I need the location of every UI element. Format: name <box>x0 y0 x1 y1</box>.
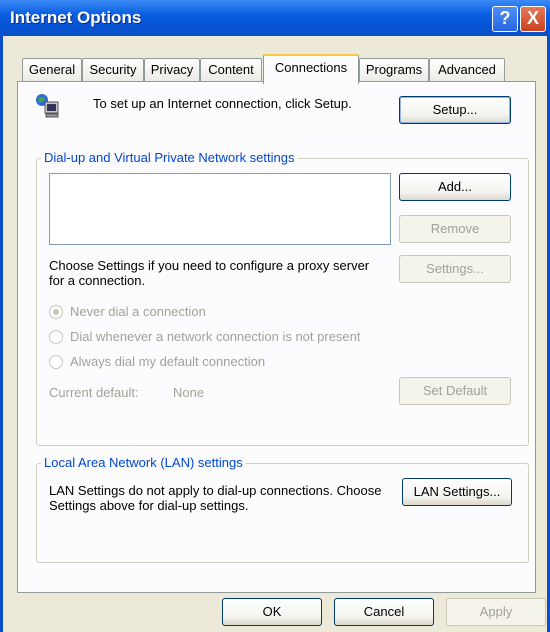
dial-whenever-label: Dial whenever a network connection is no… <box>70 329 361 344</box>
settings-button[interactable]: Settings... <box>399 255 511 283</box>
tab-programs[interactable]: Programs <box>359 58 429 81</box>
dialup-legend: Dial-up and Virtual Private Network sett… <box>41 150 298 165</box>
tab-general[interactable]: General <box>22 58 82 81</box>
lan-settings-button[interactable]: LAN Settings... <box>402 478 512 506</box>
add-button[interactable]: Add... <box>399 173 511 201</box>
lan-instruction: LAN Settings do not apply to dial-up con… <box>49 483 382 513</box>
remove-button[interactable]: Remove <box>399 215 511 243</box>
lan-legend: Local Area Network (LAN) settings <box>41 455 246 470</box>
title-bar[interactable]: Internet Options ? X <box>0 0 550 36</box>
internet-options-window: Internet Options ? X General Security Pr… <box>0 0 550 632</box>
never-dial-label: Never dial a connection <box>70 304 206 319</box>
proxy-hint: Choose Settings if you need to configure… <box>49 258 370 288</box>
ok-button[interactable]: OK <box>222 598 322 626</box>
window-title: Internet Options <box>10 8 142 27</box>
close-button[interactable]: X <box>520 6 546 32</box>
always-dial-label: Always dial my default connection <box>70 354 266 369</box>
cancel-button[interactable]: Cancel <box>334 598 434 626</box>
current-default-value: None <box>173 385 205 400</box>
never-dial-radio[interactable] <box>49 305 63 319</box>
current-default-label: Current default: <box>49 385 139 400</box>
always-dial-radio[interactable] <box>49 355 63 369</box>
window-border-left <box>0 36 3 632</box>
tab-security[interactable]: Security <box>82 58 144 81</box>
radio-selected-dot <box>53 309 59 315</box>
connections-list[interactable] <box>49 173 391 245</box>
dial-whenever-radio[interactable] <box>49 330 63 344</box>
tab-advanced[interactable]: Advanced <box>429 58 505 81</box>
network-computer-icon <box>36 94 59 118</box>
setup-instruction: To set up an Internet connection, click … <box>93 96 352 111</box>
tab-connections[interactable]: Connections <box>263 54 359 84</box>
help-button[interactable]: ? <box>492 6 518 32</box>
apply-button[interactable]: Apply <box>446 598 546 626</box>
set-default-button[interactable]: Set Default <box>399 377 511 405</box>
tab-content[interactable]: Content <box>200 58 262 81</box>
setup-button[interactable]: Setup... <box>399 96 511 124</box>
tab-privacy[interactable]: Privacy <box>144 58 200 81</box>
